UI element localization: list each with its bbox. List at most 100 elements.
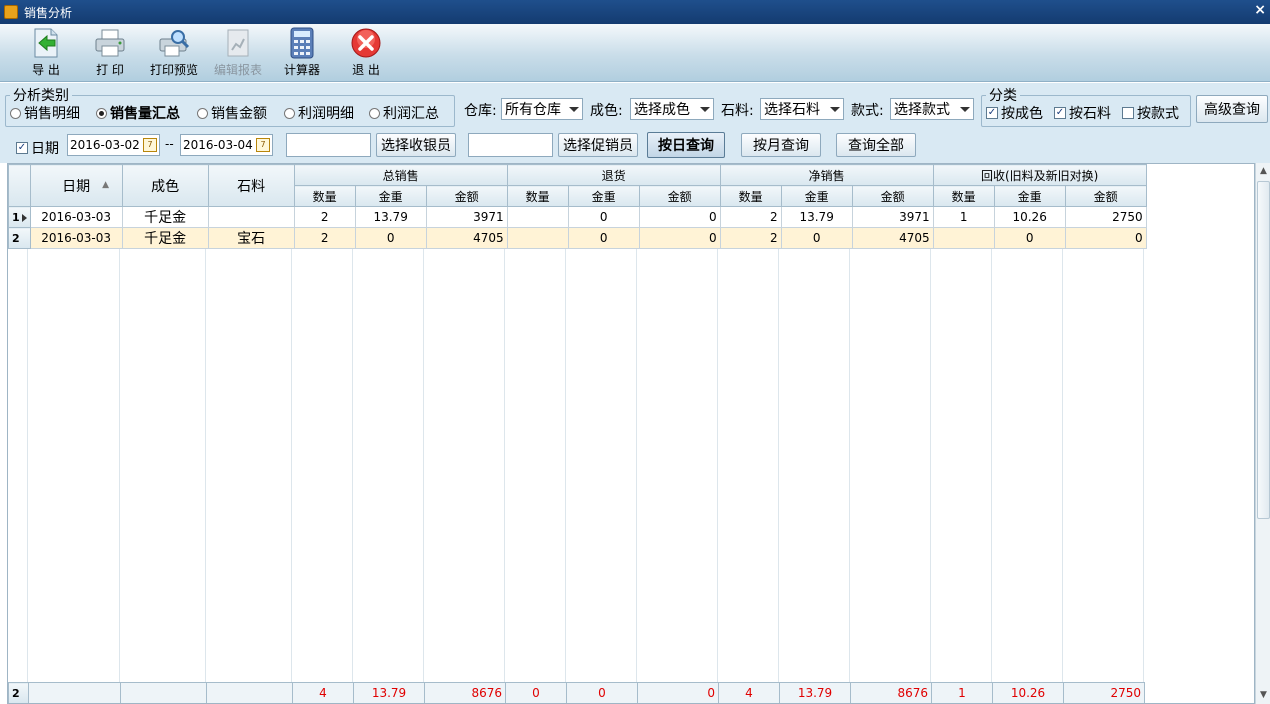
print-preview-label: 打印预览: [149, 63, 198, 77]
cell-recycle-qty[interactable]: [932, 227, 995, 249]
query-by-month-button[interactable]: 按月查询: [741, 133, 821, 157]
row-indicator[interactable]: 2: [8, 227, 31, 249]
scroll-down-icon[interactable]: ▼: [1258, 690, 1269, 701]
app-icon: [4, 5, 18, 19]
cell-recycle-amount[interactable]: 0: [1064, 227, 1147, 249]
cell-stone[interactable]: 宝石: [207, 227, 295, 249]
query-all-button[interactable]: 查询全部: [836, 133, 916, 157]
header-total-weight[interactable]: 金重: [354, 185, 427, 207]
close-icon[interactable]: ×: [1254, 2, 1266, 18]
style-label: 款式:: [851, 103, 884, 119]
cell-net-weight[interactable]: 13.79: [780, 206, 853, 228]
query-by-day-button[interactable]: 按日查询: [647, 132, 725, 158]
date-to-input[interactable]: 2016-03-04 7: [180, 134, 273, 156]
table-row[interactable]: 1 2016-03-03 千足金 2 13.79 3971 0 0 2 13.7…: [8, 206, 1147, 228]
cell-net-amount[interactable]: 4705: [851, 227, 934, 249]
radio-sales-amount[interactable]: 销售金额: [197, 103, 267, 123]
print-button[interactable]: 打 印: [78, 24, 142, 80]
radio-profit-summary[interactable]: 利润汇总: [369, 103, 439, 123]
grid-column-line: [205, 249, 206, 682]
advanced-query-button[interactable]: 高级查询: [1196, 95, 1268, 123]
select-promoter-button[interactable]: 选择促销员: [558, 133, 638, 157]
header-returns-qty[interactable]: 数量: [506, 185, 569, 207]
radio-sales-volume-summary[interactable]: 销售量汇总: [96, 103, 180, 123]
header-stone[interactable]: 石料: [207, 164, 295, 207]
grid-column-line: [291, 249, 292, 682]
header-net-amount[interactable]: 金额: [851, 185, 934, 207]
summary-count: 2: [8, 682, 29, 703]
cell-recycle-amount[interactable]: 2750: [1064, 206, 1147, 228]
cell-total-weight[interactable]: 0: [354, 227, 427, 249]
cell-color[interactable]: 千足金: [121, 227, 209, 249]
cell-net-weight[interactable]: 0: [780, 227, 853, 249]
cell-date[interactable]: 2016-03-03: [29, 206, 123, 228]
style-select[interactable]: 选择款式: [890, 98, 974, 120]
checkbox-by-style[interactable]: 按款式: [1122, 103, 1179, 123]
cell-returns-amount[interactable]: 0: [638, 206, 721, 228]
exit-button[interactable]: 退 出: [334, 24, 398, 80]
cell-net-qty[interactable]: 2: [719, 206, 782, 228]
cell-total-weight[interactable]: 13.79: [354, 206, 427, 228]
radio-profit-detail[interactable]: 利润明细: [284, 103, 354, 123]
print-preview-button[interactable]: 打印预览: [142, 24, 206, 80]
warehouse-select[interactable]: 所有仓库: [501, 98, 583, 120]
row-indicator[interactable]: 1: [8, 206, 31, 228]
cell-returns-qty[interactable]: [506, 227, 569, 249]
cell-total-amount[interactable]: 3971: [425, 206, 508, 228]
table-row[interactable]: 2 2016-03-03 千足金 宝石 2 0 4705 0 0 2 0 470…: [8, 227, 1147, 249]
header-returns-weight[interactable]: 金重: [567, 185, 640, 207]
checkbox-by-stone[interactable]: ✓ 按石料: [1054, 103, 1111, 123]
checkbox-date[interactable]: ✓ 日期: [16, 138, 59, 158]
cell-net-qty[interactable]: 2: [719, 227, 782, 249]
cell-stone[interactable]: [207, 206, 295, 228]
dropdown-arrow-icon: [700, 107, 710, 112]
cell-returns-weight[interactable]: 0: [567, 206, 640, 228]
scrollbar-thumb[interactable]: [1257, 181, 1270, 519]
stone-select[interactable]: 选择石料: [760, 98, 844, 120]
checkbox-checked-icon: ✓: [986, 107, 998, 119]
cell-total-amount[interactable]: 4705: [425, 227, 508, 249]
cashier-input[interactable]: [286, 133, 371, 157]
summary-total-weight: 13.79: [353, 682, 425, 703]
filter-panel: 分析类别 销售明细 销售量汇总 销售金额 利润明细 利润汇总 仓库: 所有仓库 …: [0, 83, 1270, 163]
scroll-up-icon[interactable]: ▲: [1258, 166, 1269, 177]
vertical-scrollbar[interactable]: ▲ ▼: [1255, 163, 1270, 704]
header-recycle-qty[interactable]: 数量: [932, 185, 995, 207]
cell-returns-weight[interactable]: 0: [567, 227, 640, 249]
cell-date[interactable]: 2016-03-03: [29, 227, 123, 249]
header-recycle-weight[interactable]: 金重: [993, 185, 1066, 207]
print-preview-icon: [158, 27, 190, 59]
checkbox-by-color[interactable]: ✓ 按成色: [986, 103, 1043, 123]
radio-circle-icon: [197, 107, 208, 119]
header-total-qty[interactable]: 数量: [293, 185, 356, 207]
export-button[interactable]: 导 出: [14, 24, 78, 80]
calendar-icon[interactable]: 7: [256, 138, 270, 152]
header-recycle-amount[interactable]: 金额: [1064, 185, 1147, 207]
edit-report-button[interactable]: 编辑报表: [206, 24, 270, 80]
header-returns-amount[interactable]: 金额: [638, 185, 721, 207]
cell-color[interactable]: 千足金: [121, 206, 209, 228]
radio-circle-icon: [10, 107, 21, 119]
header-net-qty[interactable]: 数量: [719, 185, 782, 207]
cell-total-qty[interactable]: 2: [293, 227, 356, 249]
cell-returns-amount[interactable]: 0: [638, 227, 721, 249]
cell-recycle-weight[interactable]: 0: [993, 227, 1066, 249]
cell-total-qty[interactable]: 2: [293, 206, 356, 228]
header-total-amount[interactable]: 金额: [425, 185, 508, 207]
date-from-input[interactable]: 2016-03-02 7: [67, 134, 160, 156]
color-select[interactable]: 选择成色: [630, 98, 714, 120]
calculator-button[interactable]: 计算器: [270, 24, 334, 80]
calculator-icon: [286, 27, 318, 59]
window-title: 销售分析: [24, 5, 73, 20]
cell-returns-qty[interactable]: [506, 206, 569, 228]
cell-recycle-qty[interactable]: 1: [932, 206, 995, 228]
cell-recycle-weight[interactable]: 10.26: [993, 206, 1066, 228]
calendar-icon[interactable]: 7: [143, 138, 157, 152]
promoter-input[interactable]: [468, 133, 553, 157]
header-date[interactable]: 日期 ▲: [29, 164, 123, 207]
header-color[interactable]: 成色: [121, 164, 209, 207]
cell-net-amount[interactable]: 3971: [851, 206, 934, 228]
header-net-weight[interactable]: 金重: [780, 185, 853, 207]
radio-sales-detail[interactable]: 销售明细: [10, 103, 80, 123]
select-cashier-button[interactable]: 选择收银员: [376, 133, 456, 157]
